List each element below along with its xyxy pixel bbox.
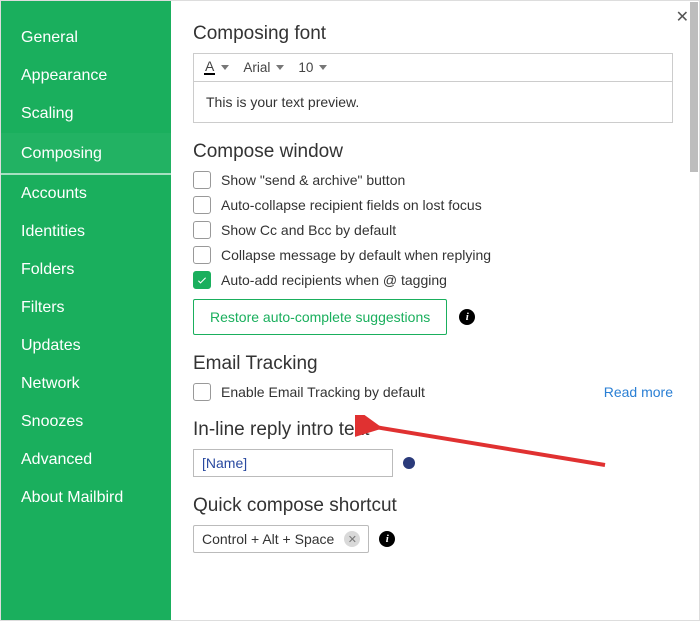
font-color-dropdown[interactable]: A bbox=[204, 60, 229, 75]
shortcut-value: Control + Alt + Space bbox=[202, 531, 334, 547]
sidebar-item-identities[interactable]: Identities bbox=[1, 213, 171, 251]
sidebar-item-filters[interactable]: Filters bbox=[1, 289, 171, 327]
section-title-quick-compose: Quick compose shortcut bbox=[193, 495, 673, 517]
chevron-down-icon bbox=[319, 65, 327, 70]
option-auto-add-recipients: Auto-add recipients when @ tagging bbox=[193, 271, 673, 289]
checkbox-auto-add-recipients[interactable] bbox=[193, 271, 211, 289]
sidebar-item-scaling[interactable]: Scaling bbox=[1, 95, 171, 133]
font-size-value: 10 bbox=[298, 60, 313, 75]
info-icon[interactable]: i bbox=[459, 309, 475, 325]
option-auto-collapse: Auto-collapse recipient fields on lost f… bbox=[193, 196, 673, 214]
close-icon[interactable]: ✕ bbox=[676, 7, 689, 27]
sidebar-item-accounts[interactable]: Accounts bbox=[1, 175, 171, 213]
sidebar-item-appearance[interactable]: Appearance bbox=[1, 57, 171, 95]
read-more-link[interactable]: Read more bbox=[604, 384, 673, 400]
info-icon[interactable]: i bbox=[379, 531, 395, 547]
font-size-dropdown[interactable]: 10 bbox=[298, 60, 327, 75]
color-swatch-icon[interactable] bbox=[403, 457, 415, 469]
section-title-compose-window: Compose window bbox=[193, 141, 673, 163]
shortcut-input[interactable]: Control + Alt + Space ✕ bbox=[193, 525, 369, 553]
checkbox-send-archive[interactable] bbox=[193, 171, 211, 189]
font-family-value: Arial bbox=[243, 60, 270, 75]
sidebar-item-composing[interactable]: Composing bbox=[1, 133, 171, 175]
font-preview-box: This is your text preview. bbox=[193, 81, 673, 123]
font-toolbar: A Arial 10 bbox=[193, 53, 673, 81]
checkbox-show-cc-bcc[interactable] bbox=[193, 221, 211, 239]
option-label: Collapse message by default when replyin… bbox=[221, 247, 491, 263]
sidebar-item-folders[interactable]: Folders bbox=[1, 251, 171, 289]
option-label: Auto-add recipients when @ tagging bbox=[221, 272, 447, 288]
sidebar-item-network[interactable]: Network bbox=[1, 365, 171, 403]
checkbox-collapse-message[interactable] bbox=[193, 246, 211, 264]
option-label: Show "send & archive" button bbox=[221, 172, 405, 188]
sidebar-item-updates[interactable]: Updates bbox=[1, 327, 171, 365]
section-title-composing-font: Composing font bbox=[193, 23, 673, 45]
sidebar-item-snoozes[interactable]: Snoozes bbox=[1, 403, 171, 441]
option-collapse-message: Collapse message by default when replyin… bbox=[193, 246, 673, 264]
settings-sidebar: General Appearance Scaling Composing Acc… bbox=[1, 1, 171, 620]
option-send-archive: Show "send & archive" button bbox=[193, 171, 673, 189]
checkbox-auto-collapse[interactable] bbox=[193, 196, 211, 214]
sidebar-item-about[interactable]: About Mailbird bbox=[1, 479, 171, 517]
settings-main: ✕ Composing font A Arial 10 This is your… bbox=[171, 1, 699, 620]
option-enable-email-tracking: Enable Email Tracking by default bbox=[193, 383, 425, 401]
sidebar-item-general[interactable]: General bbox=[1, 19, 171, 57]
sidebar-item-advanced[interactable]: Advanced bbox=[1, 441, 171, 479]
chevron-down-icon bbox=[276, 65, 284, 70]
option-show-cc-bcc: Show Cc and Bcc by default bbox=[193, 221, 673, 239]
section-title-email-tracking: Email Tracking bbox=[193, 353, 673, 375]
clear-icon[interactable]: ✕ bbox=[344, 531, 360, 547]
option-label: Auto-collapse recipient fields on lost f… bbox=[221, 197, 482, 213]
section-title-inline-reply: In-line reply intro text bbox=[193, 419, 673, 441]
font-family-dropdown[interactable]: Arial bbox=[243, 60, 284, 75]
chevron-down-icon bbox=[221, 65, 229, 70]
inline-reply-input[interactable] bbox=[193, 449, 393, 477]
option-label: Show Cc and Bcc by default bbox=[221, 222, 396, 238]
restore-autocomplete-button[interactable]: Restore auto-complete suggestions bbox=[193, 299, 447, 335]
scrollbar-thumb[interactable] bbox=[690, 2, 698, 172]
checkbox-enable-email-tracking[interactable] bbox=[193, 383, 211, 401]
option-label: Enable Email Tracking by default bbox=[221, 384, 425, 400]
font-color-icon: A bbox=[204, 60, 215, 75]
